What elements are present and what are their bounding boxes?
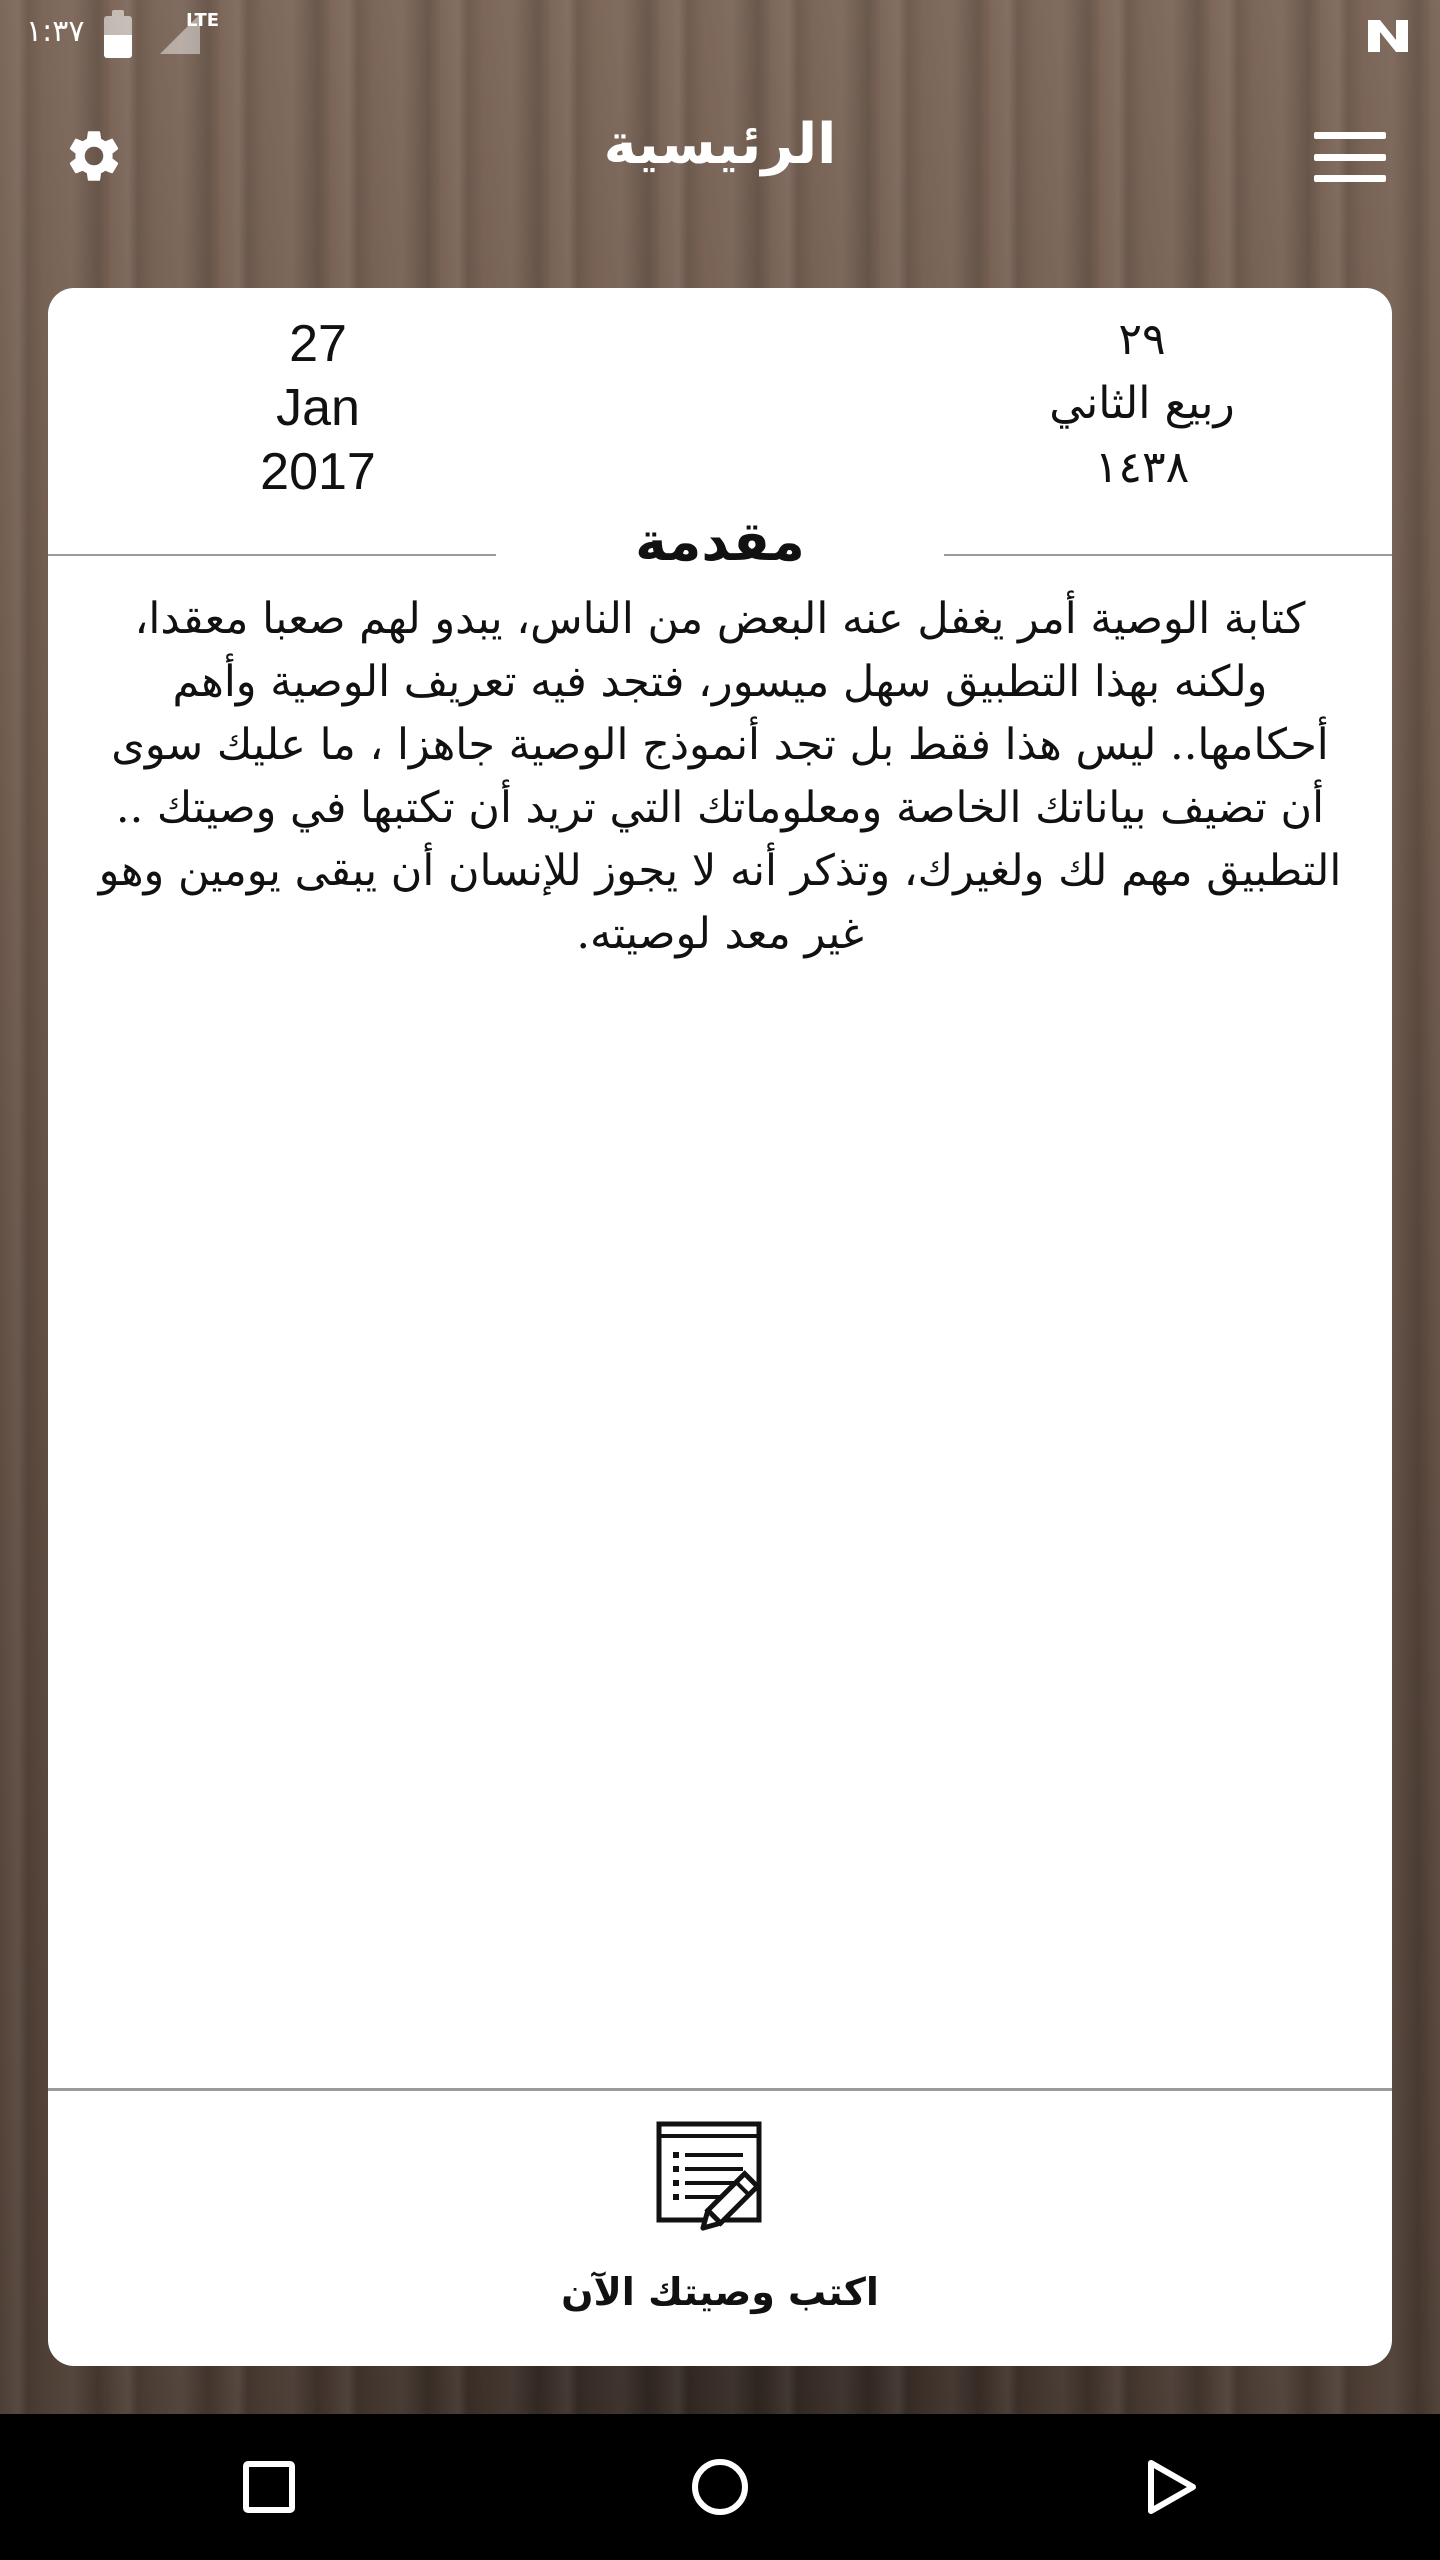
hamburger-menu-icon-line bbox=[1314, 175, 1386, 182]
settings-button[interactable] bbox=[58, 120, 130, 192]
intro-paragraph: التطبيق مهم لك ولغيرك، وتذكر أنه لا يجوز… bbox=[98, 846, 1342, 959]
write-document-icon bbox=[656, 2121, 762, 2231]
gregorian-year: 2017 bbox=[260, 443, 376, 501]
write-will-button[interactable]: اكتب وصيتك الآن bbox=[520, 2118, 920, 2338]
gregorian-date: 27 Jan 2017 bbox=[158, 312, 478, 504]
main-card: 27 Jan 2017 ٢٩ ربيع الثاني ١٤٣٨ مقدمة كت… bbox=[48, 288, 1392, 2366]
gregorian-month: Jan bbox=[276, 379, 360, 437]
hijri-month: ربيع الثاني bbox=[1049, 378, 1235, 429]
network-type: LTE bbox=[186, 10, 220, 31]
home-button[interactable] bbox=[675, 2442, 765, 2532]
gear-icon bbox=[69, 131, 119, 181]
triangle-back-icon bbox=[1148, 2460, 1196, 2514]
divider bbox=[48, 554, 496, 556]
hamburger-menu-icon bbox=[1314, 132, 1386, 139]
hamburger-menu-icon-line bbox=[1314, 153, 1386, 161]
write-will-label: اكتب وصيتك الآن bbox=[561, 2270, 879, 2314]
hijri-date: ٢٩ ربيع الثاني ١٤٣٨ bbox=[952, 308, 1332, 500]
battery-icon bbox=[104, 10, 132, 58]
intro-text: كتابة الوصية أمر يغفل عنه البعض من الناس… bbox=[88, 588, 1352, 966]
hijri-day: ٢٩ bbox=[1118, 314, 1166, 365]
navigation-bar bbox=[0, 2414, 1440, 2560]
divider bbox=[48, 2088, 1392, 2091]
nfc-icon bbox=[1368, 20, 1408, 52]
app-bar: الرئيسية bbox=[0, 92, 1440, 222]
recent-apps-button[interactable] bbox=[224, 2442, 314, 2532]
status-time: ١:٣٧ bbox=[26, 14, 85, 49]
intro-title: مقدمة bbox=[635, 510, 805, 573]
back-button[interactable] bbox=[1126, 2442, 1216, 2532]
menu-button[interactable] bbox=[1310, 122, 1390, 192]
square-recent-apps-icon bbox=[243, 2461, 295, 2513]
page-title: الرئيسية bbox=[603, 112, 837, 177]
intro-header: مقدمة bbox=[48, 510, 1392, 600]
divider bbox=[944, 554, 1392, 556]
intro-paragraph: كتابة الوصية أمر يغفل عنه البعض من الناس… bbox=[111, 594, 1329, 833]
gregorian-day: 27 bbox=[289, 315, 347, 373]
circle-home-icon bbox=[692, 2459, 748, 2515]
status-bar: ١:٣٧ LTE bbox=[0, 0, 1440, 72]
hijri-year: ١٤٣٨ bbox=[1094, 442, 1190, 493]
